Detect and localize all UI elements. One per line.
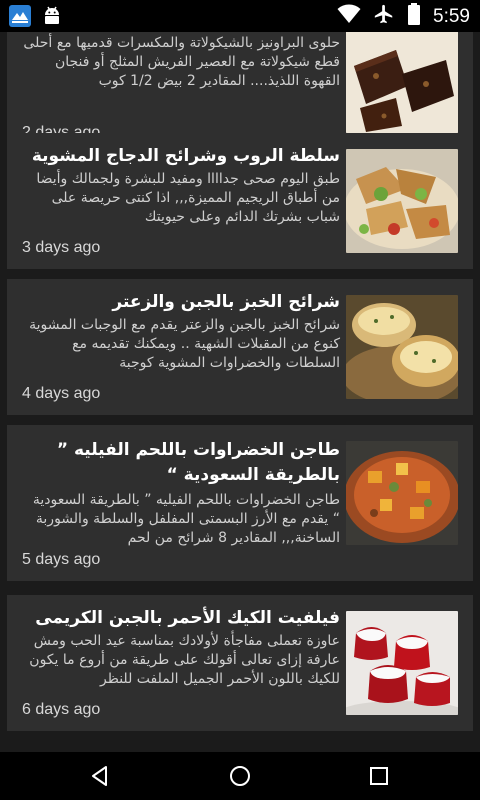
recents-button[interactable] — [339, 752, 419, 800]
wifi-icon — [337, 4, 361, 29]
article-description: طبق اليوم صحى جداااا ومفيد للبشرة ولجمال… — [36, 171, 340, 225]
article-card[interactable]: فيلفيت الكيك الأحمر بالجبن الكريمى عاوزة… — [7, 595, 473, 731]
article-date: 3 days ago — [22, 239, 101, 256]
article-description: طاجن الخضراوات باللحم الفيليه ” بالطريقة… — [32, 492, 340, 546]
article-image-cheese-bread[interactable] — [346, 295, 458, 399]
back-button[interactable] — [60, 752, 140, 800]
recents-icon — [370, 767, 388, 785]
article-image-brownies[interactable] — [346, 32, 458, 133]
article-image-red-velvet-cake[interactable] — [346, 611, 458, 715]
article-image-vegetable-tagine[interactable] — [346, 441, 458, 545]
app-icon — [8, 4, 32, 32]
article-card[interactable]: طاجن الخضراوات باللحم الفيليه ” بالطريقة… — [7, 425, 473, 581]
article-text: فيلفيت الكيك الأحمر بالجبن الكريمى عاوزة… — [22, 608, 340, 689]
home-button[interactable] — [200, 752, 280, 800]
article-image-chicken-salad[interactable] — [346, 149, 458, 253]
article-description: شرائح الخبز بالجبن والزعتر يقدم مع الوجب… — [29, 317, 340, 371]
article-text: سلطة الروب وشرائح الدجاج المشوية طبق الي… — [22, 146, 340, 227]
article-date: 4 days ago — [22, 385, 101, 402]
article-text: شرائح الخبز بالجبن والزعتر شرائح الخبز ب… — [22, 292, 340, 373]
android-icon — [42, 5, 62, 31]
article-date: 5 days ago — [22, 551, 101, 568]
article-description: عاوزة تعملى مفاجأة لأولادك بمناسبة عيد ا… — [29, 633, 340, 687]
status-time: 5:59 — [433, 5, 470, 27]
article-title: طاجن الخضراوات باللحم الفيليه ” بالطريقة… — [56, 440, 340, 485]
article-description: حلوى البراونيز بالشيكولاتة والمكسرات قدم… — [23, 35, 340, 89]
article-text: طاجن الخضراوات باللحم الفيليه ” بالطريقة… — [22, 438, 340, 548]
status-bar: 5:59 — [0, 0, 480, 32]
navigation-bar — [0, 752, 480, 800]
article-feed[interactable]: حلوى البراونيز بالشيكولاتة والمكسرات قدم… — [0, 32, 480, 752]
article-date: 6 days ago — [22, 701, 101, 718]
airplane-icon — [373, 3, 395, 30]
article-card[interactable]: شرائح الخبز بالجبن والزعتر شرائح الخبز ب… — [7, 279, 473, 415]
home-icon — [230, 766, 250, 786]
article-title: سلطة الروب وشرائح الدجاج المشوية — [31, 146, 340, 166]
article-text: حلوى البراونيز بالشيكولاتة والمكسرات قدم… — [22, 34, 340, 91]
article-card[interactable]: سلطة الروب وشرائح الدجاج المشوية طبق الي… — [7, 133, 473, 269]
back-icon — [92, 766, 107, 786]
article-title: فيلفيت الكيك الأحمر بالجبن الكريمى — [35, 608, 340, 628]
battery-icon — [407, 3, 421, 30]
article-title: شرائح الخبز بالجبن والزعتر — [112, 292, 340, 312]
